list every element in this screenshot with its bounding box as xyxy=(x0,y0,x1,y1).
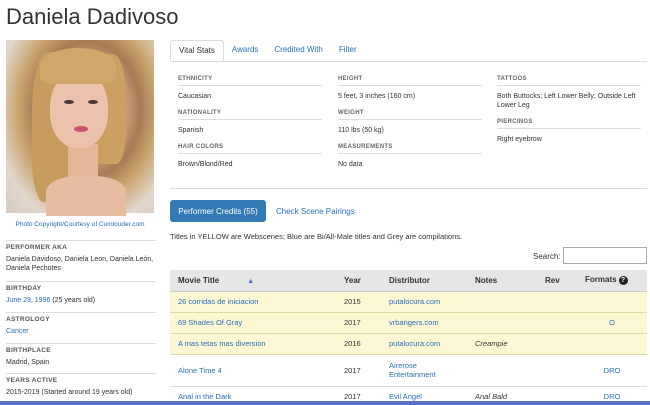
col-year[interactable]: Year xyxy=(336,270,381,292)
tab-vital-stats[interactable]: Vital Stats xyxy=(170,40,224,62)
nationality-label: NATIONALITY xyxy=(178,110,222,116)
col-distributor[interactable]: Distributor xyxy=(381,270,467,292)
year-cell: 2015 xyxy=(336,291,381,313)
measurements-value: No data xyxy=(338,161,363,168)
notes-cell: Creampie xyxy=(467,333,537,355)
profile-tabs: Vital Stats Awards Credited With Filter xyxy=(170,40,365,62)
formats-link[interactable] xyxy=(577,291,647,313)
formats-link[interactable]: DRO xyxy=(577,354,647,387)
col-rev[interactable]: Rev xyxy=(537,270,577,292)
birthday-link[interactable]: June 29, 1996 xyxy=(6,297,50,304)
stats-column-1: ETHNICITY Caucasian NATIONALITY Spanish HA… xyxy=(178,76,322,178)
aka-label: PERFORMER AKA xyxy=(6,240,156,251)
col-movie-title[interactable]: Movie Title ▲ xyxy=(170,270,336,292)
weight-label: WEIGHT xyxy=(338,110,364,116)
notes-cell xyxy=(467,354,537,387)
sidebar-years-active: YEARS ACTIVE 2015-2019 (Started around 1… xyxy=(6,373,156,397)
rev-cell xyxy=(537,333,577,355)
movie-title-link[interactable]: 69 Shades Of Gray xyxy=(170,312,336,334)
hair-label: HAIR COLORS xyxy=(178,144,224,150)
sidebar-birthday: BIRTHDAY June 29, 1996 (25 years old) xyxy=(6,281,156,305)
measurements-label: MEASUREMENTS xyxy=(338,144,393,150)
table-row: Alone Time 4 2017 Airerose Entertainment… xyxy=(170,354,647,387)
years-value: 2015-2019 (Started around 19 years old) xyxy=(6,389,133,396)
tab-credited-with[interactable]: Credited With xyxy=(266,40,330,62)
notes-cell xyxy=(467,312,537,334)
sidebar-aka: PERFORMER AKA Daniela Davidoso, Daniela … xyxy=(6,240,156,273)
legend-note: Titles in YELLOW are Webscenes; Blue are… xyxy=(170,232,463,241)
aka-value: Daniela Davidoso, Daniela Leon, Daniela … xyxy=(6,256,154,272)
table-row: A mas tetas mas diversion 2016 putalocur… xyxy=(170,333,647,355)
ethnicity-label: ETHNICITY xyxy=(178,76,213,82)
table-row: 69 Shades Of Gray 2017 vrbangers.com O xyxy=(170,312,647,334)
year-cell: 2017 xyxy=(336,354,381,387)
tattoos-value: Both Buttocks; Left Lower Belly; Outside… xyxy=(497,93,636,109)
movie-title-link[interactable]: 26 corridas de iniciacion xyxy=(170,291,336,313)
birthplace-value: Madrid, Spain xyxy=(6,359,50,366)
height-value: 5 feet, 3 inches (160 cm) xyxy=(338,93,416,100)
rev-cell xyxy=(537,291,577,313)
table-header: Movie Title ▲ Year Distributor Notes Rev … xyxy=(170,270,647,292)
year-cell: 2016 xyxy=(336,333,381,355)
credits-table: Movie Title ▲ Year Distributor Notes Rev … xyxy=(170,270,647,405)
search-label: Search: xyxy=(533,252,561,261)
rev-cell xyxy=(537,354,577,387)
movie-title-link[interactable]: Alone Time 4 xyxy=(170,354,336,387)
help-icon[interactable]: ? xyxy=(618,276,628,286)
piercings-value: Right eyebrow xyxy=(497,136,542,143)
stats-column-3: TATTOOS Both Buttocks; Left Lower Belly; … xyxy=(497,76,641,153)
sidebar-birthplace: BIRTHPLACE Madrid, Spain xyxy=(6,343,156,367)
col-notes[interactable]: Notes xyxy=(467,270,537,292)
sort-asc-icon: ▲ xyxy=(247,277,255,285)
distributor-link[interactable]: Airerose Entertainment xyxy=(381,354,467,387)
tab-awards[interactable]: Awards xyxy=(224,40,267,62)
astrology-label: ASTROLOGY xyxy=(6,312,156,323)
col-formats[interactable]: Formats? xyxy=(577,270,647,292)
formats-link[interactable] xyxy=(577,333,647,355)
nationality-value: Spanish xyxy=(178,127,204,134)
stats-column-2: HEIGHT 5 feet, 3 inches (160 cm) WEIGHT 11… xyxy=(338,76,482,178)
stats-divider xyxy=(170,188,647,189)
rev-cell xyxy=(537,312,577,334)
performer-credits-button[interactable]: Performer Credits (55) xyxy=(170,200,266,222)
formats-link[interactable]: O xyxy=(577,312,647,334)
distributor-link[interactable]: putalocura.com xyxy=(381,291,467,313)
page-title: Daniela Dadivoso xyxy=(6,4,179,29)
horizontal-scrollbar[interactable] xyxy=(0,401,650,405)
check-scene-pairings-link[interactable]: Check Scene Pairings xyxy=(276,207,355,216)
ethnicity-value: Caucasian xyxy=(178,93,212,100)
weight-value: 110 lbs (50 kg) xyxy=(338,127,384,134)
tab-divider xyxy=(170,61,647,62)
movie-title-link[interactable]: A mas tetas mas diversion xyxy=(170,333,336,355)
sidebar-astrology: ASTROLOGY Cancer xyxy=(6,312,156,336)
search-input[interactable] xyxy=(563,247,647,264)
piercings-label: PIERCINGS xyxy=(497,119,533,125)
years-label: YEARS ACTIVE xyxy=(6,373,156,384)
birthday-age: (25 years old) xyxy=(52,297,96,304)
tab-filter[interactable]: Filter xyxy=(331,40,365,62)
notes-cell xyxy=(467,291,537,313)
table-row: 26 corridas de iniciacion 2015 putalocur… xyxy=(170,291,647,313)
astrology-link[interactable]: Cancer xyxy=(6,327,156,336)
height-label: HEIGHT xyxy=(338,76,363,82)
birthplace-label: BIRTHPLACE xyxy=(6,343,156,354)
year-cell: 2017 xyxy=(336,312,381,334)
distributor-link[interactable]: vrbangers.com xyxy=(381,312,467,334)
tattoos-label: TATTOOS xyxy=(497,76,527,82)
photo-credit-link[interactable]: Photo Copyright/Courtesy of Cumlouder.co… xyxy=(6,221,154,229)
birthday-label: BIRTHDAY xyxy=(6,281,156,292)
performer-photo[interactable] xyxy=(6,40,154,216)
hair-value: Brown/Blond/Red xyxy=(178,161,233,168)
distributor-link[interactable]: putalocura.com xyxy=(381,333,467,355)
